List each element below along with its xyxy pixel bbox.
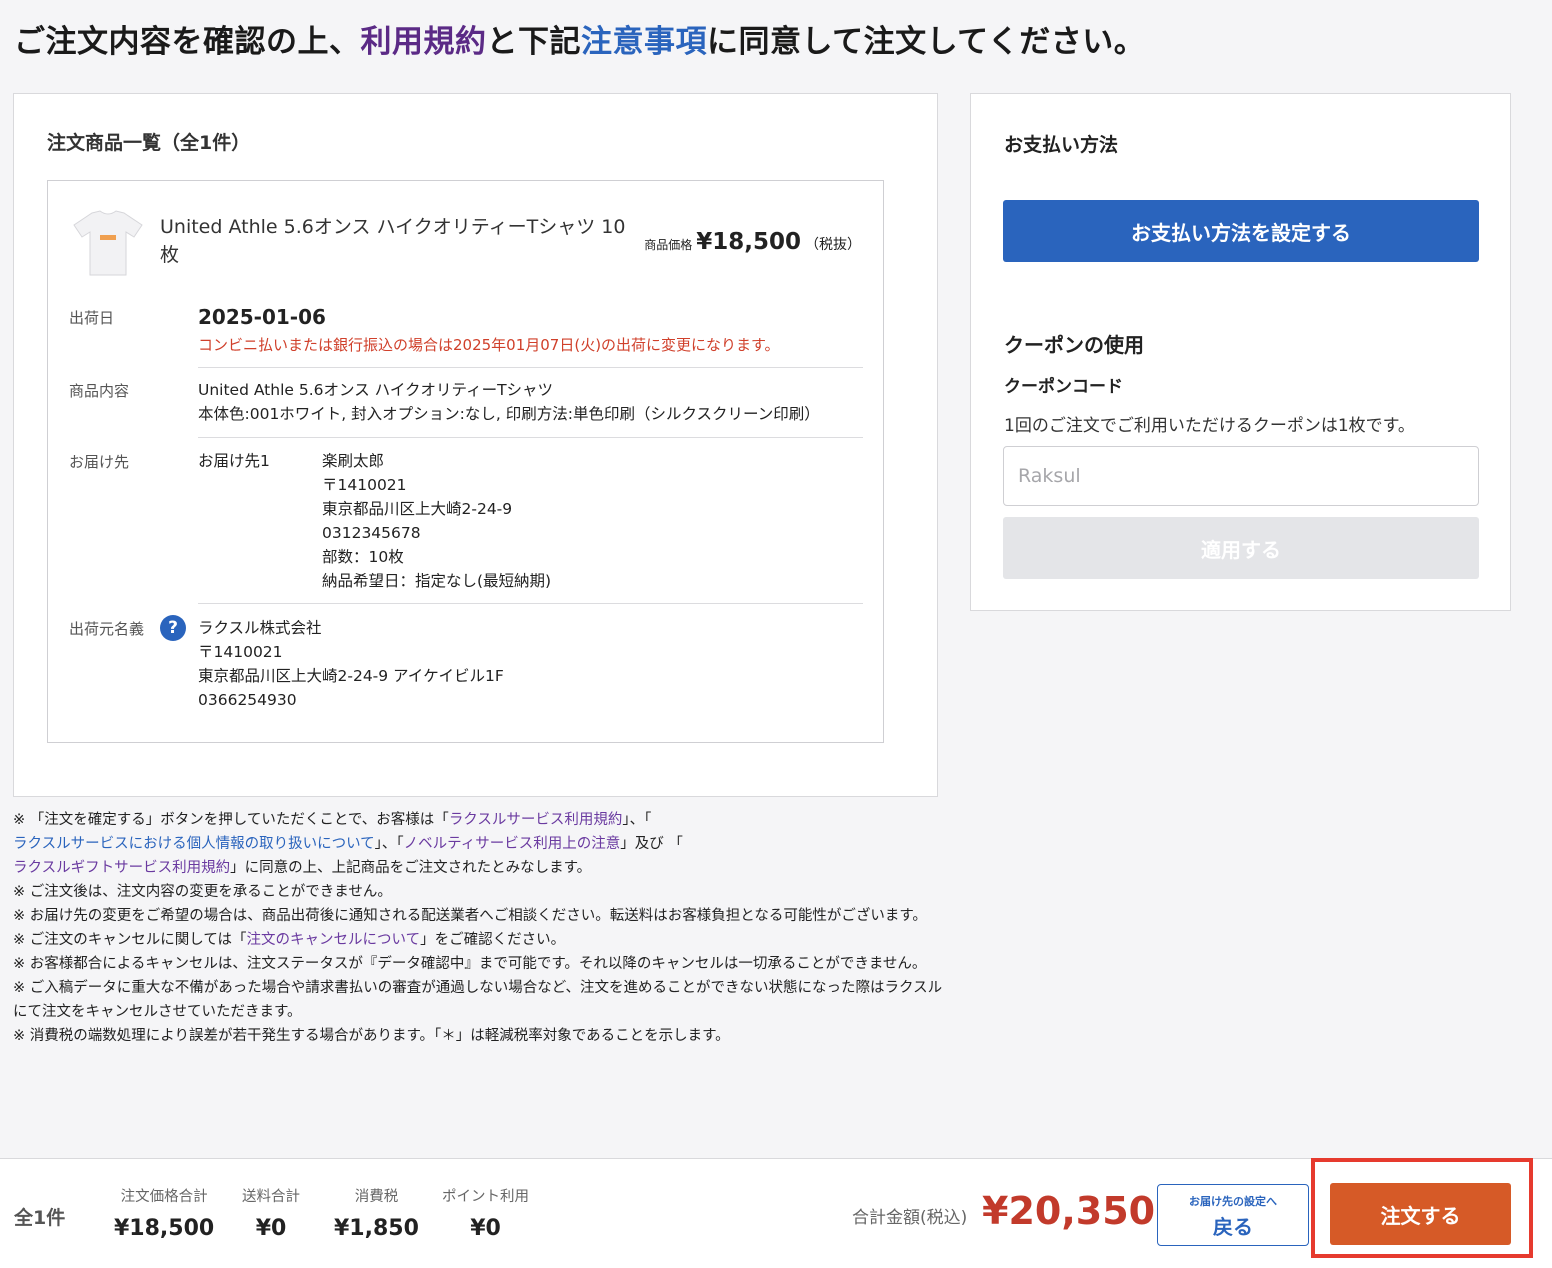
note-text: 」に同意の上、上記商品をご注文されたとみなします。 (230, 860, 592, 876)
price-value: ¥18,500 (696, 229, 801, 255)
note-item: ※ ご入稿データに重大な不備があった場合や請求書払いの審査が通過しない場合など、… (13, 980, 943, 1020)
tax-label: 消費税 (354, 1189, 399, 1205)
set-payment-button[interactable]: お支払い方法を設定する (1003, 200, 1479, 262)
order-list-card: 注文商品一覧（全1件） United Athle 5.6オンス ハイクオリティー… (13, 93, 938, 797)
points-label: ポイント利用 (442, 1189, 529, 1205)
note-item: ※ 「注文を確定する」ボタンを押していただくことで、お客様は「ラクスルサービス利… (13, 808, 943, 880)
subtotal-label: 注文価格合計 (120, 1189, 208, 1205)
sender-line: 東京都品川区上大崎2-24-9 アイケイビル1F (198, 667, 504, 685)
note-item: ※ お客様都合によるキャンセルは、注文ステータスが『データ確認中』まで可能です。… (13, 956, 927, 972)
product-name: United Athle 5.6オンス ハイクオリティーTシャツ 10枚 (160, 216, 626, 266)
novelty-notes-link[interactable]: ノベルティサービス利用上の注意 (404, 836, 621, 852)
total-label: 合計金額(税込) (852, 1208, 968, 1228)
destination-line: 0312345678 (322, 524, 421, 542)
destination-line: 東京都品川区上大崎2-24-9 (322, 500, 513, 518)
note-text: 」及び 「 (620, 836, 683, 852)
place-order-button[interactable]: 注文する (1330, 1183, 1511, 1245)
total-value: ¥20,350 (982, 1189, 1156, 1233)
ship-date: 2025-01-06 (198, 305, 326, 329)
headline-text-3: に同意して注文してください。 (707, 24, 1146, 60)
coupon-note: 1回のご注文でご利用いただけるクーポンは1枚です。 (1004, 416, 1415, 436)
divider (198, 367, 863, 368)
price-tax-note: （税抜） (805, 237, 861, 253)
apply-coupon-button[interactable]: 適用する (1003, 517, 1479, 579)
item-count: 全1件 (14, 1207, 66, 1229)
divider (198, 603, 863, 604)
destination-line: 〒1410021 (322, 476, 407, 494)
shipping-label: 送料合計 (242, 1189, 300, 1205)
ship-date-label: 出荷日 (69, 309, 115, 327)
tshirt-thumbnail-icon (73, 210, 143, 276)
note-text: 」、「 (374, 836, 404, 852)
help-icon[interactable]: ? (160, 615, 186, 641)
note-text: 」をご確認ください。 (420, 932, 566, 948)
headline-text-2: と下記 (486, 24, 581, 60)
content-label: 商品内容 (69, 382, 130, 400)
back-button-sublabel: お届け先の設定へ (1189, 1194, 1277, 1208)
sender-line: ラクスル株式会社 (198, 619, 322, 637)
order-item: United Athle 5.6オンス ハイクオリティーTシャツ 10枚 商品価… (47, 180, 884, 743)
gift-terms-link[interactable]: ラクスルギフトサービス利用規約 (13, 860, 230, 876)
payment-title: お支払い方法 (1004, 134, 1119, 156)
tax-column: 消費税 ¥1,850 (334, 1185, 419, 1241)
destination-line: 部数：10枚 (322, 548, 404, 566)
headline-text-1: ご注文内容を確認の上、 (14, 24, 361, 60)
tax-value: ¥1,850 (334, 1216, 419, 1241)
content-line-2: 本体色:001ホワイト, 封入オプション:なし, 印刷方法:単色印刷（シルクスク… (198, 405, 820, 423)
subtotal-column: 注文価格合計 ¥18,500 (114, 1185, 214, 1241)
points-value: ¥0 (470, 1216, 501, 1241)
note-item: ※ お届け先の変更をご希望の場合は、商品出荷後に通知される配送業者へご相談くださ… (13, 908, 927, 924)
destination-line: 納品希望日：指定なし(最短納期) (322, 572, 552, 590)
points-column: ポイント利用 ¥0 (442, 1185, 529, 1241)
payment-card: お支払い方法 お支払い方法を設定する クーポンの使用 クーポンコード 1回のご注… (970, 93, 1511, 611)
note-item: ※ ご注文後は、注文内容の変更を承ることができません。 (13, 884, 392, 900)
notes-link[interactable]: 注意事項 (581, 24, 707, 60)
note-text: ※ 「注文を確定する」ボタンを押していただくことで、お客様は「 (13, 812, 449, 828)
coupon-title: クーポンの使用 (1004, 333, 1144, 357)
note-text: ※ ご注文のキャンセルに関しては「 (13, 932, 247, 948)
sender-line: 0366254930 (198, 691, 297, 709)
order-list-title: 注文商品一覧（全1件） (47, 132, 251, 154)
service-terms-link[interactable]: ラクスルサービス利用規約 (449, 812, 623, 828)
shipping-column: 送料合計 ¥0 (242, 1185, 300, 1241)
back-to-destination-button[interactable]: お届け先の設定へ 戻る (1157, 1184, 1309, 1246)
destination-label: お届け先 (69, 453, 130, 471)
note-text: 」、「 (622, 812, 652, 828)
ship-date-note: コンビニ払いまたは銀行振込の場合は2025年01月07日(火)の出荷に変更になり… (198, 336, 780, 354)
note-item: ※ ご注文のキャンセルに関しては「注文のキャンセルについて」をご確認ください。 (13, 928, 943, 952)
destination-line: 楽刷太郎 (322, 452, 385, 470)
content-line-1: United Athle 5.6オンス ハイクオリティーTシャツ (198, 381, 554, 399)
product-price: 商品価格 ¥18,500 （税抜） (644, 229, 861, 255)
terms-link[interactable]: 利用規約 (361, 24, 487, 60)
page-headline: ご注文内容を確認の上、利用規約と下記注意事項に同意して注文してください。 (14, 16, 1145, 61)
destination-name: お届け先1 (198, 452, 270, 470)
privacy-link[interactable]: ラクスルサービスにおける個人情報の取り扱いについて (13, 836, 375, 852)
coupon-code-input[interactable] (1003, 446, 1479, 506)
shipping-value: ¥0 (255, 1216, 287, 1241)
subtotal-value: ¥18,500 (114, 1216, 215, 1241)
price-label: 商品価格 (644, 238, 693, 252)
note-item: ※ 消費税の端数処理により誤差が若干発生する場合があります。「＊」は軽減税率対象… (13, 1028, 730, 1044)
order-notes: ※ 「注文を確定する」ボタンを押していただくことで、お客様は「ラクスルサービス利… (13, 808, 943, 1048)
divider (198, 437, 863, 438)
sender-label: 出荷元名義 (69, 620, 145, 638)
cancel-policy-link[interactable]: 注文のキャンセルについて (247, 932, 421, 948)
sender-line: 〒1410021 (198, 643, 283, 661)
back-button-label: 戻る (1213, 1214, 1253, 1239)
coupon-code-label: クーポンコード (1004, 377, 1123, 397)
